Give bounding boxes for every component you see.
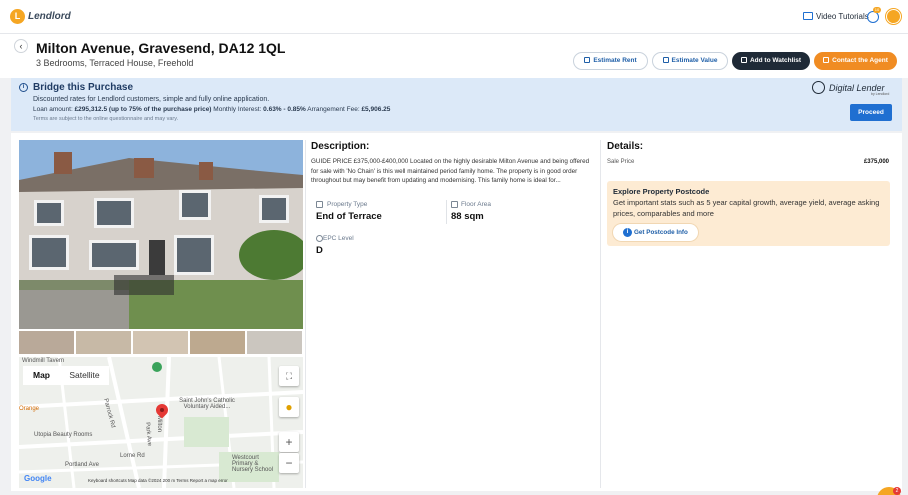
resize-icon <box>451 201 458 208</box>
map-footer[interactable]: Keyboard shortcuts Map data ©2024 200 m … <box>88 478 228 483</box>
map-label-school: Saint John's Catholic Voluntary Aided... <box>179 398 235 410</box>
thumbnail[interactable] <box>190 331 245 354</box>
back-button[interactable]: ‹ <box>14 39 28 53</box>
postcode-body: Get important stats such as 5 year capit… <box>613 198 880 218</box>
calculator-icon <box>584 57 591 63</box>
digital-lender-logo-icon <box>812 81 825 94</box>
bridge-title: Bridge this Purchase <box>33 82 134 93</box>
house-illustration <box>19 140 303 329</box>
google-logo[interactable]: Google <box>24 474 52 483</box>
property-type-label: Property Type <box>327 201 368 208</box>
thumbnail[interactable] <box>247 331 302 354</box>
user-avatar[interactable] <box>886 9 901 24</box>
contact-agent-button[interactable]: Contact the Agent <box>814 52 897 70</box>
property-subtitle: 3 Bedrooms, Terraced House, Freehold <box>36 58 194 68</box>
map-label-westcourt: Westcourt Primary & Nursery School <box>232 455 274 473</box>
feature-divider <box>446 200 447 224</box>
add-to-watchlist-button[interactable]: Add to Watchlist <box>732 52 810 70</box>
map-label-lorne-rd: Lorne Rd <box>120 453 145 459</box>
map-label-windmill: Windmill Tavern <box>22 358 65 364</box>
video-icon[interactable] <box>803 12 813 20</box>
street-view-pegman-icon[interactable]: ● <box>279 397 299 417</box>
column-divider <box>305 140 306 488</box>
bridge-terms-line: Loan amount: £295,312.5 (up to 75% of th… <box>33 106 391 113</box>
thumbnail[interactable] <box>76 331 131 354</box>
estimate-rent-button[interactable]: Estimate Rent <box>573 52 648 70</box>
thumbnail[interactable] <box>133 331 188 354</box>
info-icon: i <box>19 83 28 92</box>
thumbnail-strip <box>19 331 303 354</box>
property-photo[interactable] <box>19 140 303 329</box>
map-label-portland-ave: Portland Ave <box>65 462 99 468</box>
bridge-terms-note: Terms are subject to the online question… <box>33 116 179 122</box>
location-icon <box>316 235 323 242</box>
house-icon <box>316 201 323 208</box>
video-tutorials-link[interactable]: Video Tutorials <box>816 12 869 21</box>
lendlord-logo-icon[interactable]: L <box>10 9 25 24</box>
map-pin-dot <box>160 408 164 412</box>
map-tab-satellite[interactable]: Satellite <box>60 366 109 385</box>
top-bar <box>0 0 908 34</box>
description-heading: Description: <box>311 141 370 152</box>
zoom-in-button[interactable]: + <box>279 432 299 452</box>
map-tab-map[interactable]: Map <box>23 366 60 385</box>
brand-name[interactable]: Lendlord <box>28 11 71 22</box>
column-divider <box>600 140 601 488</box>
epc-level-value: D <box>316 245 323 256</box>
map-label-orange: Orange <box>19 406 40 412</box>
map-label-utopia: Utopia Beauty Rooms <box>34 432 93 438</box>
description-body: GUIDE PRICE £375,000-£400,000 Located on… <box>311 158 590 184</box>
zoom-out-button[interactable]: − <box>279 453 299 473</box>
epc-level-label: EPC Level <box>323 235 354 242</box>
chat-badge: 2 <box>893 487 901 495</box>
floor-area-label: Floor Area <box>461 201 491 208</box>
proceed-button[interactable]: Proceed <box>850 104 892 121</box>
person-icon <box>823 57 830 63</box>
notifications-badge: 10 <box>873 7 881 13</box>
details-heading: Details: <box>607 141 644 152</box>
info-icon: i <box>623 228 632 237</box>
thumbnail[interactable] <box>19 331 74 354</box>
bridge-banner <box>11 78 902 131</box>
sale-price-value: £375,000 <box>863 159 889 165</box>
partner-sub: by Lendlord <box>871 92 890 96</box>
property-type-value: End of Terrace <box>316 211 382 222</box>
fullscreen-icon[interactable]: ⛶ <box>279 366 299 386</box>
postcode-title: Explore Property Postcode <box>613 187 710 196</box>
bookmark-icon <box>740 57 747 63</box>
calculator-icon <box>662 57 669 63</box>
sale-price-label: Sale Price <box>607 159 635 165</box>
bridge-description: Discounted rates for Lendlord customers,… <box>33 96 270 103</box>
estimate-value-button[interactable]: Estimate Value <box>652 52 728 70</box>
floor-area-value: 88 sqm <box>451 211 484 222</box>
app-root: L Lendlord Video Tutorials 10 ‹ Milton A… <box>0 0 908 495</box>
page-title: Milton Avenue, Gravesend, DA12 1QL <box>36 40 286 56</box>
